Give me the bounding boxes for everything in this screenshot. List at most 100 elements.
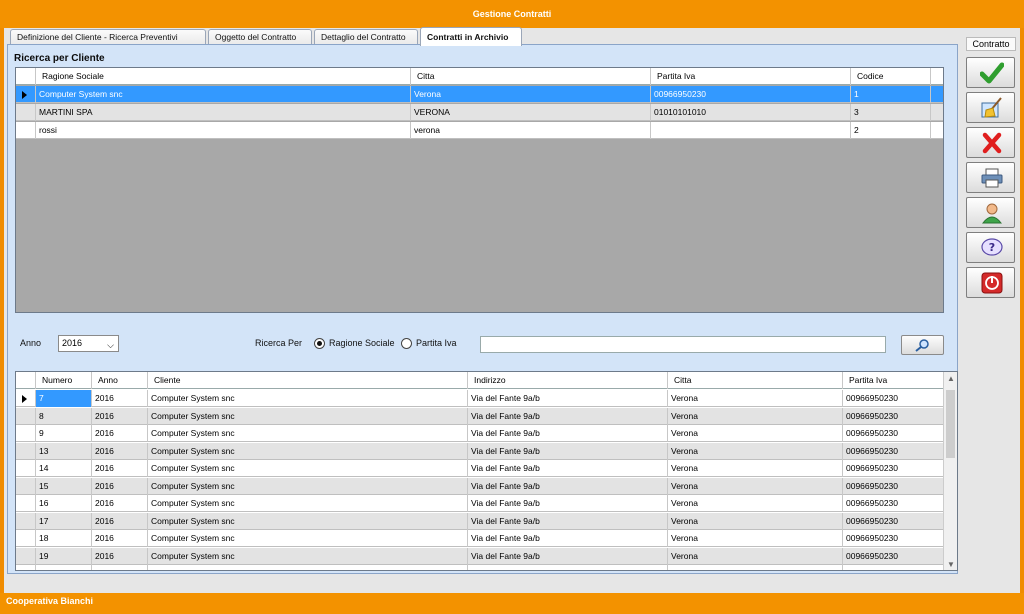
row-indicator[interactable] xyxy=(16,442,36,460)
col-header-ragione-sociale[interactable]: Ragione Sociale xyxy=(36,68,411,85)
cell-partita-iva[interactable]: 00966950230 xyxy=(843,477,945,495)
cell-anno[interactable]: 2016 xyxy=(92,460,148,477)
cell-ragione-sociale[interactable]: Computer System snc xyxy=(36,86,411,103)
clear-button[interactable] xyxy=(966,92,1015,123)
cell-indirizzo[interactable]: Via del Fante 9a/b xyxy=(468,512,668,530)
scroll-thumb[interactable] xyxy=(946,390,955,458)
row-indicator[interactable] xyxy=(16,390,36,407)
client-row[interactable]: rossi verona 2 xyxy=(16,122,943,139)
help-button[interactable]: ? xyxy=(966,232,1015,263)
cell-numero[interactable]: 18 xyxy=(36,530,92,547)
cell-partita-iva[interactable]: 00966950230 xyxy=(843,512,945,530)
cell-anno[interactable]: 2016 xyxy=(92,425,148,442)
cell-numero[interactable]: 17 xyxy=(36,512,92,530)
cell-partita-iva[interactable]: 00966950230 xyxy=(843,460,945,477)
row-indicator[interactable] xyxy=(16,495,36,512)
cell-indirizzo[interactable]: Via del Fante 9a/b xyxy=(468,442,668,460)
cell-numero[interactable]: 16 xyxy=(36,495,92,512)
cell-indirizzo[interactable]: Via del Fante 9a/b xyxy=(468,547,668,565)
col-header-numero[interactable]: Numero xyxy=(36,372,92,389)
cell-cliente[interactable]: Computer System snc xyxy=(148,495,468,512)
tab-contratti-archivio[interactable]: Contratti in Archivio xyxy=(420,27,522,46)
cell-cliente[interactable]: Computer System snc xyxy=(148,460,468,477)
confirm-button[interactable] xyxy=(966,57,1015,88)
search-button[interactable] xyxy=(901,335,944,355)
cell-citta[interactable]: Verona xyxy=(668,530,843,547)
row-indicator[interactable] xyxy=(16,547,36,565)
col-header-citta[interactable]: Citta xyxy=(411,68,651,85)
cell-indirizzo[interactable]: Via del Fante 9a/b xyxy=(468,530,668,547)
cell-partita-iva[interactable]: 00966950230 xyxy=(843,390,945,407)
cell-citta[interactable]: Verona xyxy=(668,565,843,570)
cell-citta[interactable]: Verona xyxy=(668,390,843,407)
row-indicator[interactable] xyxy=(16,460,36,477)
contract-row[interactable]: 19 2016 Computer System snc Via del Fante 9… xyxy=(16,547,945,565)
cell-cliente[interactable]: Computer System snc xyxy=(148,512,468,530)
client-button[interactable] xyxy=(966,197,1015,228)
cell-cliente[interactable]: Computer System snc xyxy=(148,442,468,460)
tab-definizione-cliente[interactable]: Definizione del Cliente - Ricerca Preven… xyxy=(10,29,206,45)
cell-anno[interactable]: 2016 xyxy=(92,495,148,512)
row-indicator[interactable] xyxy=(16,104,36,121)
cell-cliente[interactable]: Computer System snc xyxy=(148,425,468,442)
search-input[interactable] xyxy=(480,336,886,353)
radio-ragione-sociale-label[interactable]: Ragione Sociale xyxy=(329,338,395,348)
anno-select[interactable]: 2016 ⌵ xyxy=(58,335,119,352)
cell-codice[interactable]: 1 xyxy=(851,86,931,103)
contract-row[interactable]: 14 2016 Computer System snc Via del Fante 9… xyxy=(16,460,945,477)
cell-partita-iva[interactable] xyxy=(651,122,851,139)
cell-indirizzo[interactable]: Via del Fante 9a/b xyxy=(468,495,668,512)
print-button[interactable] xyxy=(966,162,1015,193)
row-indicator[interactable] xyxy=(16,512,36,530)
row-indicator[interactable] xyxy=(16,477,36,495)
cell-anno[interactable]: 2016 xyxy=(92,442,148,460)
cell-anno[interactable]: 2016 xyxy=(92,390,148,407)
cell-indirizzo[interactable]: Via del Fante 9a/b xyxy=(468,390,668,407)
cell-citta[interactable]: Verona xyxy=(668,477,843,495)
exit-button[interactable] xyxy=(966,267,1015,298)
cell-partita-iva[interactable]: 00966950230 xyxy=(843,425,945,442)
cell-citta[interactable]: Verona xyxy=(411,86,651,103)
cell-ragione-sociale[interactable]: MARTINI SPA xyxy=(36,104,411,121)
cell-codice[interactable]: 2 xyxy=(851,122,931,139)
client-row[interactable]: Computer System snc Verona 00966950230 1 xyxy=(16,86,943,103)
cell-citta[interactable]: Verona xyxy=(668,442,843,460)
cell-partita-iva[interactable]: 00966950230 xyxy=(843,547,945,565)
col-header-partita-iva[interactable]: Partita Iva xyxy=(843,372,945,389)
cell-anno[interactable]: 2016 xyxy=(92,565,148,570)
cell-citta[interactable]: Verona xyxy=(668,547,843,565)
tab-oggetto-contratto[interactable]: Oggetto del Contratto xyxy=(208,29,312,45)
cell-partita-iva[interactable]: 00966950230 xyxy=(843,565,945,570)
radio-partita-iva-label[interactable]: Partita Iva xyxy=(416,338,457,348)
contract-row[interactable]: 7 2016 Computer System snc Via del Fante 9a… xyxy=(16,390,945,407)
cell-anno[interactable]: 2016 xyxy=(92,512,148,530)
cell-numero[interactable]: 13 xyxy=(36,442,92,460)
row-indicator[interactable] xyxy=(16,565,36,570)
row-indicator[interactable] xyxy=(16,530,36,547)
client-row[interactable]: MARTINI SPA VERONA 01010101010 3 xyxy=(16,104,943,121)
cell-numero[interactable]: 9 xyxy=(36,425,92,442)
cell-numero[interactable]: 7 xyxy=(36,390,92,407)
cell-citta[interactable]: Verona xyxy=(668,512,843,530)
cell-cliente[interactable]: Computer System snc xyxy=(148,477,468,495)
cell-citta[interactable]: VERONA xyxy=(411,104,651,121)
cell-partita-iva[interactable]: 00966950230 xyxy=(843,530,945,547)
cell-codice[interactable]: 3 xyxy=(851,104,931,121)
row-indicator[interactable] xyxy=(16,86,36,103)
col-header-citta[interactable]: Citta xyxy=(668,372,843,389)
contract-row[interactable]: 9 2016 Computer System snc Via del Fante 9a… xyxy=(16,425,945,442)
radio-ragione-sociale[interactable] xyxy=(314,338,325,349)
cell-indirizzo[interactable]: Via del Fante 9a/b xyxy=(468,477,668,495)
col-header-anno[interactable]: Anno xyxy=(92,372,148,389)
cell-indirizzo[interactable]: Via del Fante 9a/b xyxy=(468,460,668,477)
cell-partita-iva[interactable]: 00966950230 xyxy=(843,407,945,425)
cell-numero[interactable]: 20 xyxy=(36,565,92,570)
cell-partita-iva[interactable]: 00966950230 xyxy=(843,442,945,460)
contracts-scrollbar[interactable]: ▲ ▼ xyxy=(943,372,957,570)
tab-dettaglio-contratto[interactable]: Dettaglio del Contratto xyxy=(314,29,418,45)
cell-citta[interactable]: Verona xyxy=(668,407,843,425)
col-header-indirizzo[interactable]: Indirizzo xyxy=(468,372,668,389)
contract-row[interactable]: 202016Computer System sncVia del Fante 9… xyxy=(16,565,945,570)
scroll-down-icon[interactable]: ▼ xyxy=(947,560,955,569)
cell-cliente[interactable]: Computer System snc xyxy=(148,530,468,547)
